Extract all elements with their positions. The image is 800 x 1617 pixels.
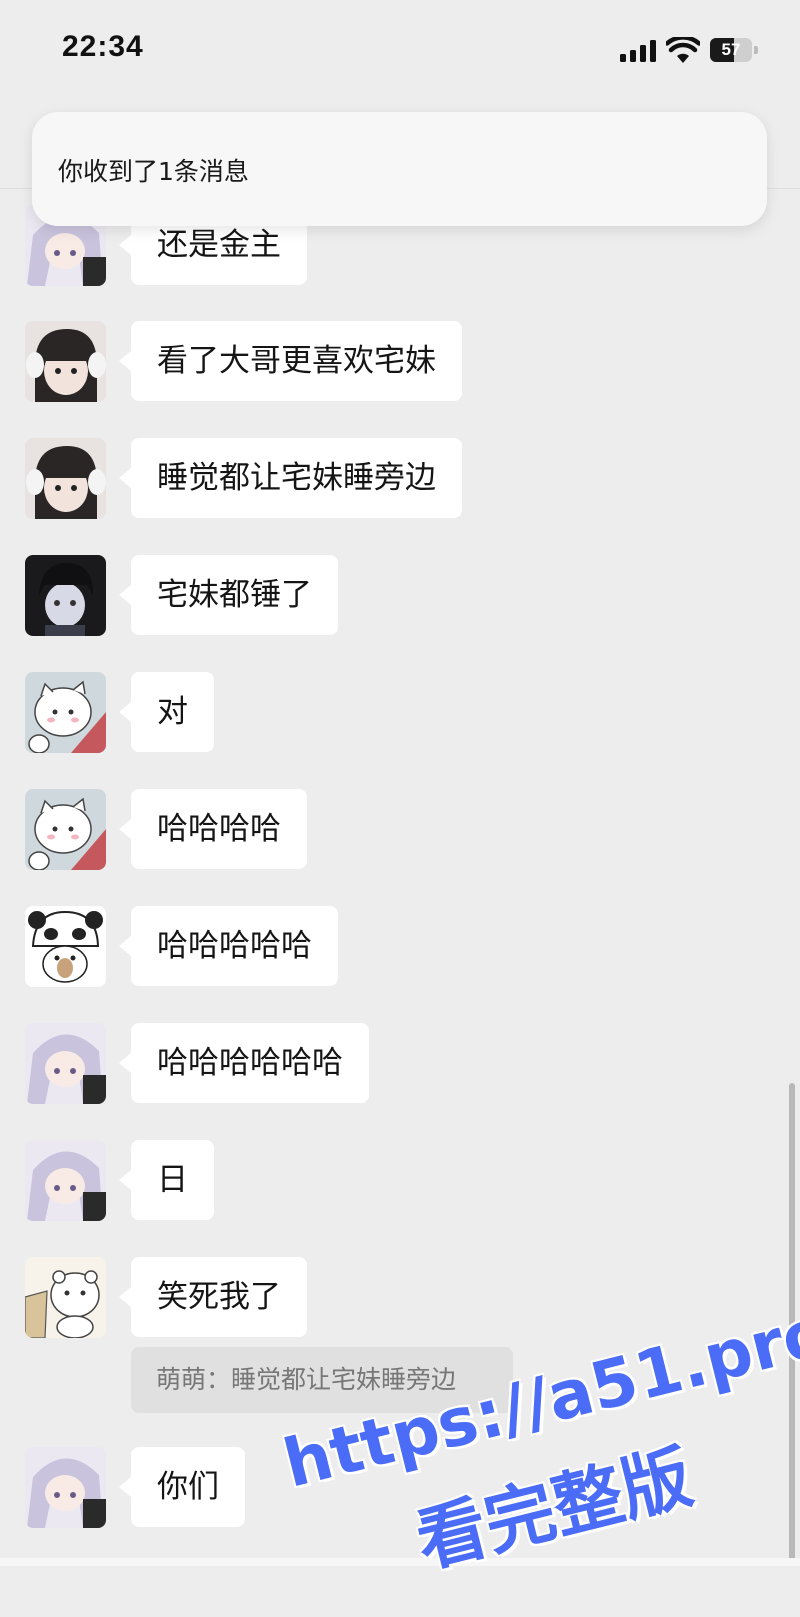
battery-icon: 57 bbox=[710, 38, 758, 62]
avatar-cartoon-bear[interactable] bbox=[25, 1257, 106, 1338]
status-bar: 22:34 57 bbox=[0, 0, 800, 100]
status-time: 22:34 bbox=[62, 30, 144, 63]
avatar-girl-headphones[interactable] bbox=[25, 321, 106, 402]
avatar-anime-purple-hair[interactable] bbox=[25, 1023, 106, 1104]
message-item: 看了大哥更喜欢宅妹 bbox=[0, 319, 800, 403]
message-bubble[interactable]: 日 bbox=[119, 1140, 214, 1220]
message-bubble[interactable]: 对 bbox=[119, 672, 214, 752]
message-bubble[interactable]: 宅妹都锤了 bbox=[119, 555, 338, 635]
message-item: 宅妹都锤了 bbox=[0, 553, 800, 637]
avatar-cartoon-cat[interactable] bbox=[25, 789, 106, 870]
message-item: 哈哈哈哈 bbox=[0, 787, 800, 871]
message-bubble[interactable]: 哈哈哈哈 bbox=[119, 789, 307, 869]
message-bubble[interactable]: 哈哈哈哈哈 bbox=[119, 906, 338, 986]
message-item: 日 bbox=[0, 1138, 800, 1222]
avatar-anime-purple-hair[interactable] bbox=[25, 1140, 106, 1221]
avatar-girl-headphones[interactable] bbox=[25, 438, 106, 519]
message-item: 睡觉都让宅妹睡旁边 bbox=[0, 436, 800, 520]
cellular-signal-icon bbox=[620, 40, 656, 62]
avatar-cartoon-cat[interactable] bbox=[25, 672, 106, 753]
notification-text: 你收到了1条消息 bbox=[58, 157, 249, 186]
battery-percent: 57 bbox=[721, 40, 741, 59]
message-item: 哈哈哈哈哈哈 bbox=[0, 1021, 800, 1105]
message-bubble[interactable]: 你们 bbox=[119, 1447, 245, 1527]
message-bubble[interactable]: 睡觉都让宅妹睡旁边 bbox=[119, 438, 462, 518]
message-bubble[interactable]: 笑死我了 bbox=[119, 1257, 307, 1337]
message-item: 对 bbox=[0, 670, 800, 754]
message-bubble[interactable]: 哈哈哈哈哈哈 bbox=[119, 1023, 369, 1103]
message-item: 哈哈哈哈哈 bbox=[0, 904, 800, 988]
notification-banner[interactable]: 你收到了1条消息 bbox=[32, 112, 767, 226]
message-bubble[interactable]: 看了大哥更喜欢宅妹 bbox=[119, 321, 462, 401]
avatar-panda-hat[interactable] bbox=[25, 906, 106, 987]
avatar-anime-purple-hair[interactable] bbox=[25, 1447, 106, 1528]
avatar-girl-dark-hair[interactable] bbox=[25, 555, 106, 636]
wifi-icon bbox=[666, 37, 700, 63]
